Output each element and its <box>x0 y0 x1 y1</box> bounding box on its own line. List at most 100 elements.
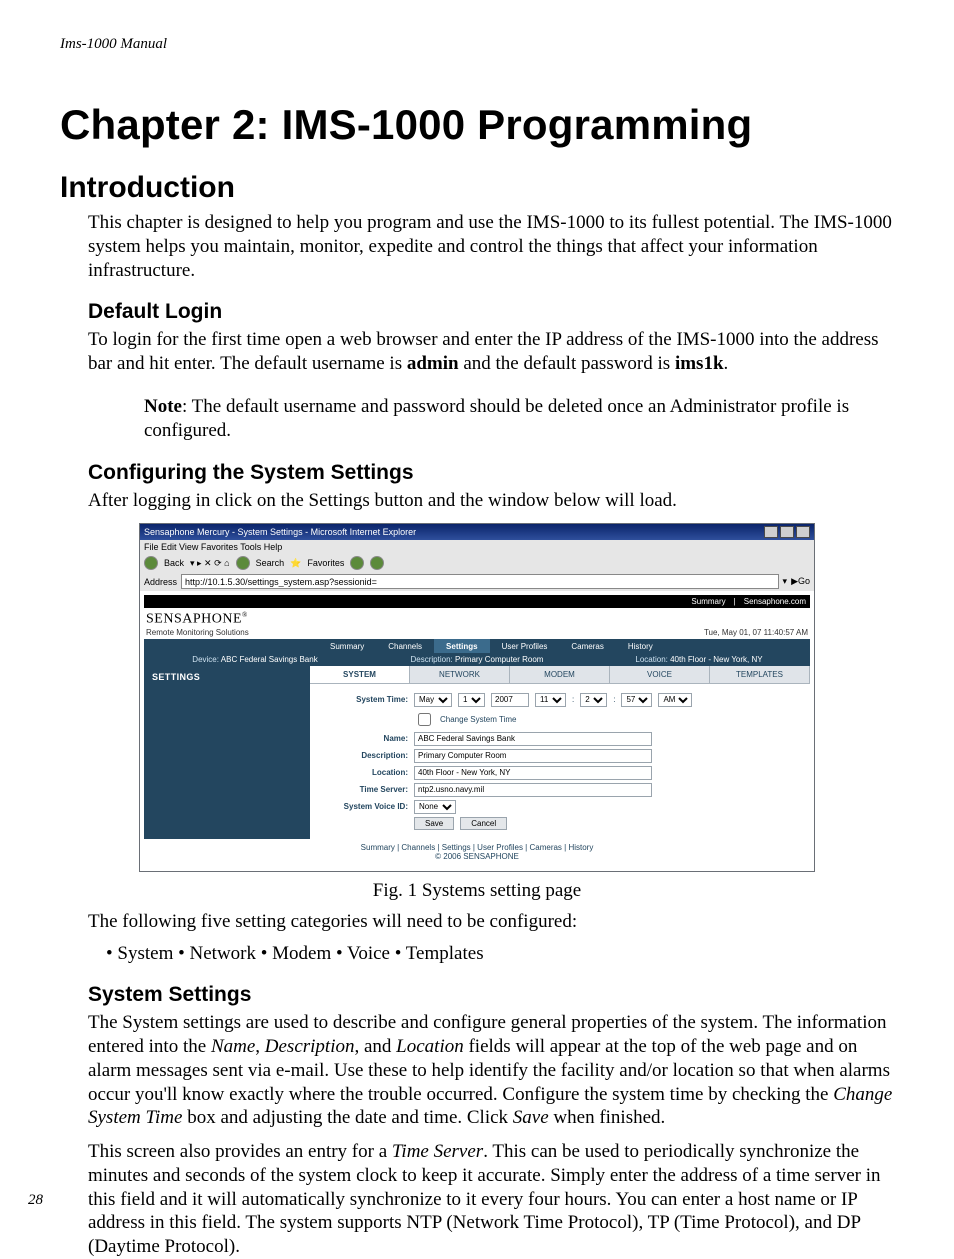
five-categories-para: The following five setting categories wi… <box>88 910 894 934</box>
system-settings-para-2: This screen also provides an entry for a… <box>88 1140 894 1259</box>
login-paragraph: To login for the first time open a web b… <box>88 328 894 376</box>
year-input[interactable] <box>491 693 529 707</box>
back-icon[interactable] <box>144 556 158 570</box>
ts-input[interactable] <box>414 783 652 797</box>
brand: SENSAPHONE® <box>146 611 249 628</box>
tab-channels[interactable]: Channels <box>376 639 434 653</box>
system-settings-para-1: The System settings are used to describe… <box>88 1011 894 1130</box>
voiceid-select[interactable]: None <box>414 800 456 814</box>
change-time-checkbox[interactable] <box>418 713 431 726</box>
minimize-icon[interactable] <box>764 526 778 538</box>
name-label: Name: <box>318 734 408 743</box>
min-select[interactable]: 2 <box>580 693 607 707</box>
sidebar-title: SETTINGS <box>144 666 310 839</box>
loc-input[interactable] <box>414 766 652 780</box>
media-icon[interactable] <box>350 556 364 570</box>
top-sens-link[interactable]: Sensaphone.com <box>744 597 806 606</box>
tab-userprofiles[interactable]: User Profiles <box>490 639 560 653</box>
brand-subtitle: Remote Monitoring Solutions <box>146 628 249 637</box>
voiceid-label: System Voice ID: <box>318 802 408 811</box>
month-select[interactable]: May <box>414 693 452 707</box>
heading-system-settings: System Settings <box>88 983 894 1007</box>
section-introduction: Introduction <box>60 171 894 205</box>
ts-label: Time Server: <box>318 785 408 794</box>
tab-history[interactable]: History <box>616 639 665 653</box>
close-icon[interactable] <box>796 526 810 538</box>
ie-menubar[interactable]: File Edit View Favorites Tools Help <box>140 540 814 554</box>
ie-title-text: Sensaphone Mercury - System Settings - M… <box>144 527 416 537</box>
main-panel: SETTINGS SYSTEM NETWORK MODEM VOICE TEMP… <box>144 666 810 839</box>
go-button[interactable]: ▶Go <box>791 576 810 587</box>
tab-cameras[interactable]: Cameras <box>559 639 615 653</box>
name-input[interactable] <box>414 732 652 746</box>
loc-label: Location: <box>318 768 408 777</box>
footer-links[interactable]: Summary | Channels | Settings | User Pro… <box>144 843 810 852</box>
save-button[interactable]: Save <box>414 817 454 830</box>
running-head: Ims-1000 Manual <box>60 36 894 53</box>
ie-toolbar[interactable]: Back ▾ ▸ ✕ ⟳ ⌂ Search ⭐ Favorites <box>140 554 814 572</box>
app-area: Summary | Sensaphone.com SENSAPHONE® Rem… <box>140 591 814 871</box>
change-time-label: Change System Time <box>440 715 516 724</box>
config-paragraph: After logging in click on the Settings b… <box>88 489 894 513</box>
chapter-title: Chapter 2: IMS-1000 Programming <box>60 101 894 149</box>
ie-window: Sensaphone Mercury - System Settings - M… <box>139 523 815 872</box>
name-field: Name <box>211 1036 255 1057</box>
ie-titlebar: Sensaphone Mercury - System Settings - M… <box>140 524 814 540</box>
subtab-voice[interactable]: VOICE <box>610 666 710 683</box>
figure-systems-settings: Sensaphone Mercury - System Settings - M… <box>139 523 815 872</box>
addr-dropdown-icon[interactable]: ▾ <box>783 576 788 587</box>
top-summary-link[interactable]: Summary <box>691 597 725 606</box>
subtab-network[interactable]: NETWORK <box>410 666 510 683</box>
back-label[interactable]: Back <box>164 558 184 568</box>
search-icon[interactable] <box>236 556 250 570</box>
ie-addressbar[interactable]: Address ▾ ▶Go <box>140 572 814 591</box>
subtab-templates[interactable]: TEMPLATES <box>710 666 810 683</box>
heading-default-login: Default Login <box>88 300 894 324</box>
desc-field: Description <box>265 1036 355 1057</box>
timeserver-word: Time Server <box>392 1141 483 1162</box>
figure-caption: Fig. 1 Systems setting page <box>60 880 894 902</box>
settings-subtabs: SYSTEM NETWORK MODEM VOICE TEMPLATES <box>310 666 810 684</box>
cancel-button[interactable]: Cancel <box>460 817 507 830</box>
subtab-system[interactable]: SYSTEM <box>310 666 410 683</box>
favorites-label[interactable]: Favorites <box>307 558 344 568</box>
categories-bullets: • System • Network • Modem • Voice • Tem… <box>88 943 894 965</box>
heading-config-system: Configuring the System Settings <box>88 461 894 485</box>
search-label[interactable]: Search <box>256 558 285 568</box>
app-footer: Summary | Channels | Settings | User Pro… <box>144 839 810 867</box>
main-tabs: Summary Channels Settings User Profiles … <box>144 639 810 653</box>
login-pass: ims1k <box>675 353 724 374</box>
info-row: Device: ABC Federal Savings Bank Descrip… <box>144 653 810 666</box>
system-date: Tue, May 01, 07 11:40:57 AM <box>704 628 808 637</box>
footer-copy: © 2006 SENSAPHONE <box>144 852 810 861</box>
history-icon[interactable] <box>370 556 384 570</box>
desc-input[interactable] <box>414 749 652 763</box>
settings-form: System Time: May 1 11: 2: 57 AM <box>310 684 810 839</box>
ampm-select[interactable]: AM <box>658 693 692 707</box>
systime-label: System Time: <box>318 695 408 704</box>
content-panel: SYSTEM NETWORK MODEM VOICE TEMPLATES Sys… <box>310 666 810 839</box>
intro-paragraph: This chapter is designed to help you pro… <box>88 211 894 282</box>
app-top-links: Summary | Sensaphone.com <box>144 595 810 608</box>
text: and the default password is <box>459 353 675 374</box>
note-label: Note <box>144 396 182 417</box>
hour-select[interactable]: 11 <box>535 693 566 707</box>
desc-label: Description: <box>318 751 408 760</box>
note-paragraph: Note: The default username and password … <box>144 395 894 443</box>
tab-summary[interactable]: Summary <box>318 639 376 653</box>
page-number: 28 <box>28 1192 43 1209</box>
window-buttons[interactable] <box>764 526 810 538</box>
address-input[interactable] <box>181 574 779 589</box>
loc-field: Location <box>396 1036 464 1057</box>
sec-select[interactable]: 57 <box>621 693 652 707</box>
address-label: Address <box>144 577 177 587</box>
tab-settings[interactable]: Settings <box>434 639 490 653</box>
brand-row: SENSAPHONE® Remote Monitoring Solutions … <box>144 608 810 639</box>
subtab-modem[interactable]: MODEM <box>510 666 610 683</box>
login-user: admin <box>407 353 459 374</box>
day-select[interactable]: 1 <box>458 693 485 707</box>
maximize-icon[interactable] <box>780 526 794 538</box>
save-word: Save <box>513 1107 549 1128</box>
text: . <box>724 353 729 374</box>
note-text: : The default username and password shou… <box>144 396 849 441</box>
